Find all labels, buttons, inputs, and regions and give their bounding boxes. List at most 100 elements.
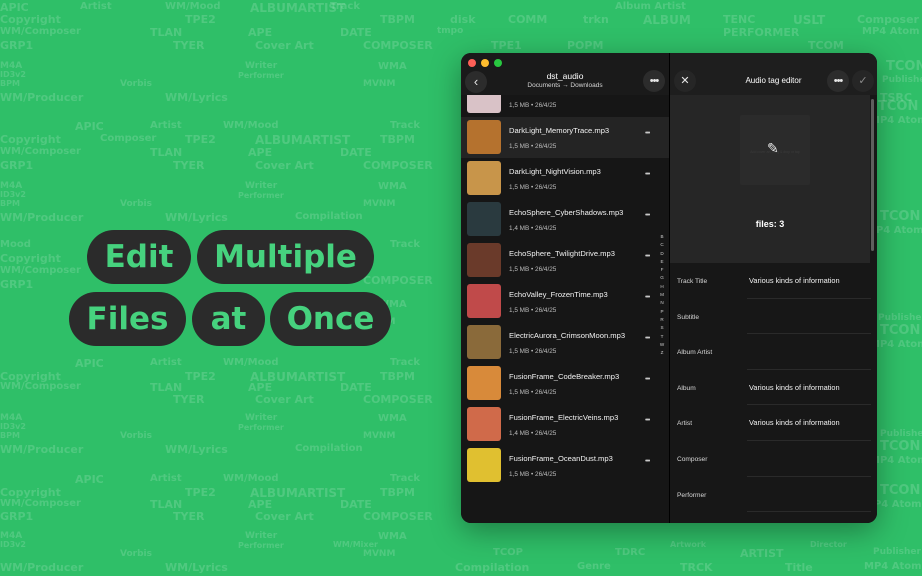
background-word: TCOP [493, 547, 523, 558]
minimize-window-button[interactable] [481, 59, 489, 67]
tag-field-value[interactable]: Various kinds of information [749, 276, 840, 285]
index-letter[interactable]: D [660, 250, 663, 258]
background-word: Copyright [0, 252, 61, 265]
tag-field-row[interactable]: Album Various kinds of information [670, 370, 877, 406]
file-meta: 1,5 MB • 26/4/25 [509, 307, 557, 314]
background-word: MVNM [363, 79, 396, 89]
file-row[interactable]: DarkLight_MemoryTrace.mp3 1,5 MB • 26/4/2… [461, 117, 669, 158]
file-row[interactable]: EchoValley_FrozenTime.mp3 1,5 MB • 26/4/2… [461, 281, 669, 322]
background-word: Director [810, 540, 847, 549]
index-letter[interactable]: S [660, 324, 663, 332]
file-list[interactable]: CyberGroove_Skybound.mp31,5 MB • 26/4/25… [461, 76, 669, 486]
folder-path: Documents → Downloads [527, 82, 603, 89]
tag-editor-header: ✕ Audio tag editor ••• ✓ [670, 53, 877, 95]
more-horizontal-icon[interactable]: ••• [645, 212, 650, 219]
background-word: TRCK [680, 561, 713, 574]
editor-more-button[interactable]: ••• [827, 70, 849, 92]
background-word: ID3v2 [0, 190, 26, 199]
background-word: DATE [340, 26, 372, 39]
more-horizontal-icon[interactable]: ••• [645, 335, 650, 342]
close-window-button[interactable] [468, 59, 476, 67]
background-word: Track [330, 1, 360, 12]
back-button[interactable]: ‹ [465, 71, 487, 93]
background-word: WM/Mood [223, 473, 279, 484]
index-letter[interactable]: F [661, 266, 664, 274]
index-letter[interactable]: Z [661, 349, 664, 357]
background-word: Cover Art [255, 393, 314, 406]
file-meta: 1,5 MB • 26/4/25 [509, 102, 557, 109]
alphabet-index[interactable]: BCDEFGHMNPRSTWZ [659, 233, 665, 357]
tag-field-value[interactable]: Various kinds of information [749, 383, 840, 392]
background-word: APIC [75, 357, 104, 370]
file-row[interactable]: EchoSphere_TwilightDrive.mp3 1,5 MB • 26/… [461, 240, 669, 281]
index-letter[interactable]: E [660, 258, 663, 266]
index-letter[interactable]: W [660, 341, 664, 349]
more-horizontal-icon: ••• [833, 75, 844, 87]
index-letter[interactable]: T [661, 333, 664, 341]
more-horizontal-icon[interactable]: ••• [645, 253, 650, 260]
background-word: APIC [75, 473, 104, 486]
index-letter[interactable]: N [660, 299, 663, 307]
background-word: Cover Art [255, 159, 314, 172]
tag-field-row[interactable]: Album Artist [670, 334, 877, 370]
file-row[interactable]: ElectricAurora_CrimsonMoon.mp3 1,5 MB • 2… [461, 322, 669, 363]
background-word: Copyright [0, 486, 61, 499]
tag-field-row[interactable]: Subtitle [670, 299, 877, 335]
index-letter[interactable]: G [660, 274, 664, 282]
background-word: ALBUMARTIST [255, 133, 351, 147]
close-editor-button[interactable]: ✕ [674, 70, 696, 92]
file-row[interactable]: FusionFrame_CodeBreaker.mp3 1,5 MB • 26/4… [461, 363, 669, 404]
tag-field-row[interactable]: Composer [670, 441, 877, 477]
confirm-button[interactable]: ✓ [852, 70, 874, 92]
headline-word: Files [69, 292, 186, 346]
file-meta: 1,5 MB • 26/4/25 [509, 143, 557, 150]
tag-field-label: Track Title [677, 278, 708, 285]
background-word: ARTIST [740, 547, 784, 560]
file-row[interactable]: FusionFrame_OceanDust.mp3 1,5 MB • 26/4/2… [461, 445, 669, 486]
index-letter[interactable]: R [660, 316, 663, 324]
tag-field-row[interactable]: Performer [670, 477, 877, 513]
folder-more-button[interactable]: ••• [643, 70, 665, 92]
background-word: Artist [150, 357, 182, 368]
background-word: TPE2 [185, 13, 216, 26]
background-word: WMA [378, 181, 407, 192]
more-horizontal-icon[interactable]: ••• [645, 376, 650, 383]
index-letter[interactable]: M [660, 291, 664, 299]
file-meta: 1,4 MB • 26/4/25 [509, 225, 557, 232]
background-word: disk [450, 13, 476, 26]
tag-field-value[interactable]: Various kinds of information [749, 418, 840, 427]
index-letter[interactable]: B [660, 233, 663, 241]
zoom-window-button[interactable] [494, 59, 502, 67]
background-word: DATE [340, 498, 372, 511]
index-letter[interactable]: P [660, 308, 663, 316]
index-letter[interactable]: H [660, 283, 663, 291]
folder-title: dst_audio [546, 71, 584, 81]
background-word: Track [390, 473, 420, 484]
file-row[interactable]: FusionFrame_ElectricVeins.mp3 1,4 MB • 26… [461, 404, 669, 445]
tag-field-row[interactable]: Track Title Various kinds of information [670, 263, 877, 299]
file-row[interactable]: DarkLight_NightVision.mp3 1,5 MB • 26/4/2… [461, 158, 669, 199]
headline-word: Multiple [197, 230, 374, 284]
more-horizontal-icon[interactable]: ••• [645, 294, 650, 301]
tag-fields: Track Title Various kinds of information S… [670, 263, 877, 512]
pencil-icon[interactable]: ✎ [767, 140, 779, 157]
file-name: ElectricAurora_CrimsonMoon.mp3 [509, 331, 626, 340]
background-word: COMPOSER [363, 510, 433, 523]
headline-word: Edit [87, 230, 191, 284]
headline-word: Once [270, 292, 391, 346]
background-word: Artwork [670, 540, 707, 549]
album-thumbnail [467, 243, 501, 277]
more-horizontal-icon[interactable]: ••• [645, 171, 650, 178]
background-word: Vorbis [120, 549, 152, 559]
editor-scrollbar[interactable] [871, 99, 874, 251]
background-word: ID3v2 [0, 422, 26, 431]
tag-field-row[interactable]: Artist Various kinds of information [670, 405, 877, 441]
cover-art-dropzone[interactable]: Add cover art, drag & drop or tap ✎ [740, 115, 810, 185]
album-thumbnail [467, 366, 501, 400]
more-horizontal-icon[interactable]: ••• [645, 130, 650, 137]
more-horizontal-icon[interactable]: ••• [645, 458, 650, 465]
background-word: BPM [0, 431, 20, 440]
file-row[interactable]: EchoSphere_CyberShadows.mp3 1,4 MB • 26/4… [461, 199, 669, 240]
more-horizontal-icon[interactable]: ••• [645, 417, 650, 424]
index-letter[interactable]: C [660, 241, 663, 249]
